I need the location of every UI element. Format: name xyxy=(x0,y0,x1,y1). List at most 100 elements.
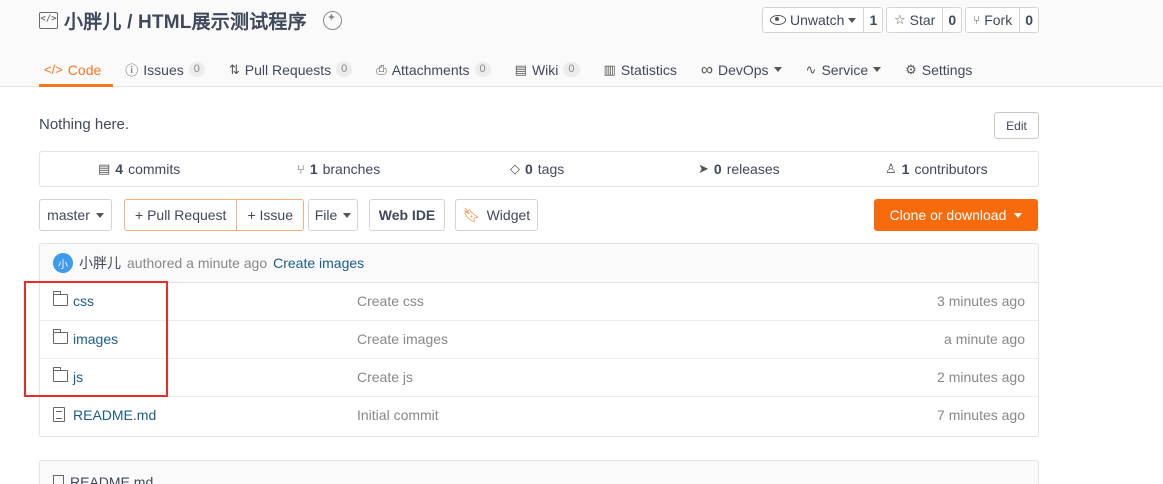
tab-statistics[interactable]: ▥ Statistics xyxy=(592,52,689,87)
repo-tabs: </> Code ⓘ Issues 0 ⇅ Pull Requests 0 ⎙ … xyxy=(39,52,984,87)
stat-releases[interactable]: ➤ 0 releases xyxy=(698,161,780,177)
chevron-down-icon xyxy=(343,212,352,218)
count-badge: 0 xyxy=(474,62,491,77)
tab-issues[interactable]: ⓘ Issues 0 xyxy=(113,52,217,87)
repo-stats-bar: ▤ 4 commits ⑂ 1 branches ◇ 0 tags ➤ 0 re… xyxy=(39,151,1039,187)
bar-chart-icon: ▥ xyxy=(603,61,616,77)
table-row[interactable]: js Create js 2 minutes ago xyxy=(40,359,1038,397)
info-icon: ⓘ xyxy=(125,63,139,78)
stat-branches[interactable]: ⑂ 1 branches xyxy=(297,161,380,177)
branches-count: 1 xyxy=(309,161,318,177)
commits-count: 4 xyxy=(115,161,124,177)
tab-pull-requests[interactable]: ⇅ Pull Requests 0 xyxy=(217,52,364,87)
star-label: Star xyxy=(909,12,936,28)
branches-label: branches xyxy=(322,161,381,177)
chevron-down-icon xyxy=(95,212,104,218)
fork-button[interactable]: ⑂ Fork xyxy=(966,8,1019,32)
pr-issue-group: + Pull Request + Issue xyxy=(124,199,304,231)
unwatch-label: Unwatch xyxy=(790,12,845,28)
latest-commit: 小 小胖儿 authored a minute ago Create image… xyxy=(40,244,1038,283)
file-time: a minute ago xyxy=(944,331,1025,347)
annotation-highlight-box xyxy=(24,281,168,397)
code-repo-icon: </> xyxy=(39,11,58,29)
web-ide-button[interactable]: Web IDE xyxy=(369,199,445,231)
send-icon: ➤ xyxy=(698,161,709,176)
bookmark-icon: 🔖︎ xyxy=(462,206,481,223)
file-label: File xyxy=(314,207,338,223)
readme-header: README.md xyxy=(53,474,153,484)
tag-icon: ◇ xyxy=(510,161,520,176)
tab-devops[interactable]: ∞ DevOps xyxy=(689,52,794,87)
count-badge: 0 xyxy=(336,62,353,77)
file-icon xyxy=(53,475,64,484)
new-issue-button[interactable]: + Issue xyxy=(236,200,303,230)
paperclip-icon: ⎙ xyxy=(376,61,387,77)
tab-settings[interactable]: ⚙ Settings xyxy=(893,52,984,87)
commits-icon: ▤ xyxy=(98,161,111,176)
new-pull-request-button[interactable]: + Pull Request xyxy=(125,200,236,230)
file-commit-message[interactable]: Create css xyxy=(357,293,424,309)
repo-title: </> 小胖儿 / HTML展示测试程序 xyxy=(39,7,342,33)
tab-attachments[interactable]: ⎙ Attachments 0 xyxy=(364,52,502,87)
commit-message[interactable]: Create images xyxy=(273,255,364,271)
repo-name[interactable]: 小胖儿 / HTML展示测试程序 xyxy=(64,7,307,34)
tab-label: Pull Requests xyxy=(244,61,332,78)
infinity-icon: ∞ xyxy=(700,59,713,79)
tab-label: Code xyxy=(67,61,102,78)
tags-label: tags xyxy=(537,161,565,177)
commit-author[interactable]: 小胖儿 xyxy=(79,253,121,273)
stat-tags[interactable]: ◇ 0 tags xyxy=(510,161,564,177)
table-row[interactable]: images Create images a minute ago xyxy=(40,321,1038,359)
fork-label: Fork xyxy=(984,12,1013,28)
clone-download-button[interactable]: Clone or download xyxy=(874,199,1038,231)
commit-time: authored a minute ago xyxy=(127,255,268,271)
file-time: 7 minutes ago xyxy=(937,407,1025,423)
watch-count[interactable]: 1 xyxy=(863,8,882,32)
chevron-down-icon xyxy=(873,67,882,72)
releases-label: releases xyxy=(726,161,780,177)
stat-commits[interactable]: ▤ 4 commits xyxy=(98,161,180,177)
fork-count[interactable]: 0 xyxy=(1019,8,1038,32)
tab-wiki[interactable]: ▤ Wiki 0 xyxy=(503,52,592,87)
widget-button[interactable]: 🔖︎ Widget xyxy=(455,199,538,231)
branch-icon: ⑂ xyxy=(297,161,305,177)
repo-description: Nothing here. xyxy=(39,116,130,133)
fork-group: ⑂ Fork 0 xyxy=(965,7,1039,33)
star-count[interactable]: 0 xyxy=(942,8,961,32)
table-row[interactable]: css Create css 3 minutes ago xyxy=(40,283,1038,321)
eye-icon xyxy=(770,15,786,25)
file-name[interactable]: README.md xyxy=(73,407,156,423)
tab-label: Attachments xyxy=(391,61,470,78)
file-commit-message[interactable]: Initial commit xyxy=(357,407,439,423)
watch-group: Unwatch 1 xyxy=(762,7,884,33)
star-group: ☆ Star 0 xyxy=(886,7,963,33)
branch-name: master xyxy=(47,207,90,223)
file-commit-message[interactable]: Create js xyxy=(357,369,413,385)
tab-code[interactable]: </> Code xyxy=(39,52,114,87)
star-icon: ☆ xyxy=(894,12,906,27)
file-commit-message[interactable]: Create images xyxy=(357,331,448,347)
recommend-badge-icon[interactable] xyxy=(322,10,342,30)
file-list: 小 小胖儿 authored a minute ago Create image… xyxy=(39,243,1039,437)
file-menu-button[interactable]: File xyxy=(308,199,358,231)
tab-service[interactable]: ∿ Service xyxy=(794,52,894,87)
contributors-label: contributors xyxy=(914,161,988,177)
code-icon: </> xyxy=(44,62,63,77)
unwatch-button[interactable]: Unwatch xyxy=(763,8,863,32)
stat-contributors[interactable]: ♙ 1 contributors xyxy=(885,161,988,177)
avatar[interactable]: 小 xyxy=(53,253,73,273)
branch-select[interactable]: master xyxy=(39,199,112,231)
tags-count: 0 xyxy=(525,161,533,177)
star-button[interactable]: ☆ Star xyxy=(887,8,942,32)
count-badge: 0 xyxy=(563,62,580,77)
tab-label: Wiki xyxy=(531,61,559,78)
fork-icon: ⑂ xyxy=(973,13,981,27)
pulse-icon: ∿ xyxy=(805,61,817,77)
edit-description-button[interactable]: Edit xyxy=(994,112,1039,139)
chevron-down-icon xyxy=(848,17,857,23)
tab-label: Service xyxy=(821,61,869,78)
tab-label: Statistics xyxy=(620,61,677,78)
table-row[interactable]: README.md Initial commit 7 minutes ago xyxy=(40,397,1038,435)
count-badge: 0 xyxy=(188,62,205,77)
widget-label: Widget xyxy=(486,207,531,223)
